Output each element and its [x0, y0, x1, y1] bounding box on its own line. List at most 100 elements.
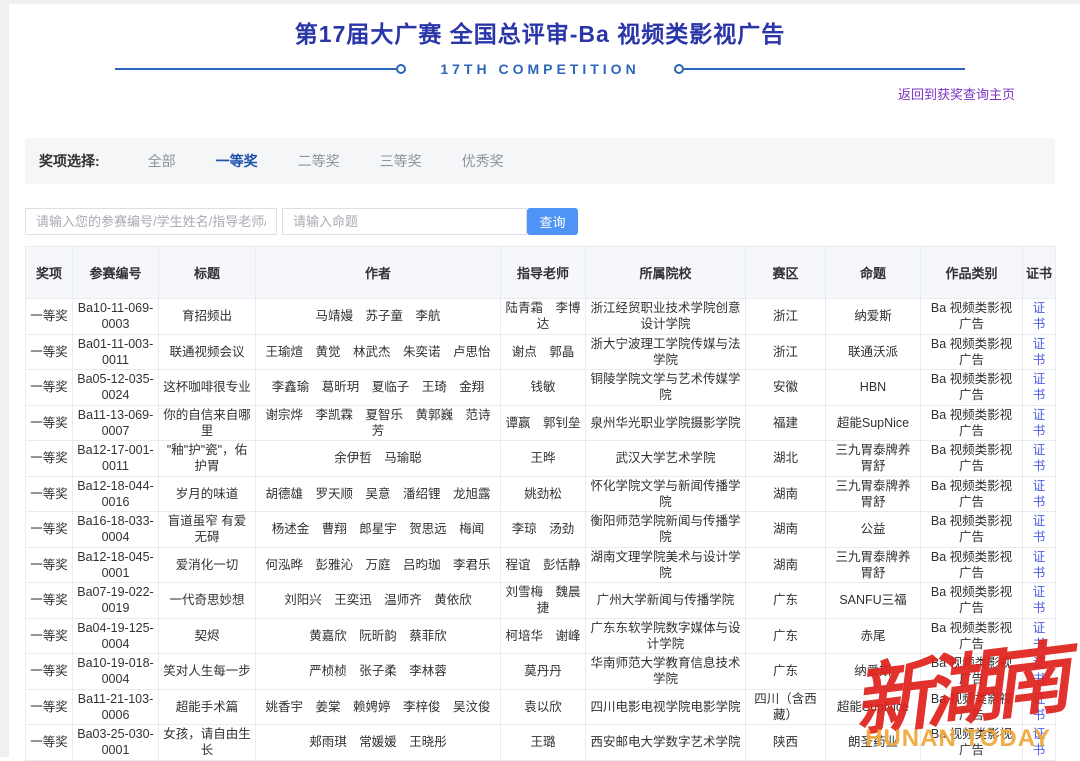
- filter-tab-2[interactable]: 二等奖: [298, 153, 340, 169]
- circle-icon-left: [396, 64, 406, 74]
- cell-category: Ba 视频类影视广告: [921, 725, 1023, 761]
- cell-teachers: 李琼 汤劲: [501, 512, 586, 548]
- cell-id: Ba12-17-001-0011: [73, 441, 159, 477]
- cell-region: 湖南: [746, 547, 826, 583]
- certificate-link[interactable]: 证书: [1033, 656, 1046, 686]
- cell-brief: 朗圣药业: [826, 725, 921, 761]
- cell-authors: 严桢桢 张子柔 李林蓉: [256, 654, 501, 690]
- cell-school: 怀化学院文学与新闻传播学院: [586, 476, 746, 512]
- cell-award: 一等奖: [26, 299, 73, 335]
- cell-certificate: 证书: [1023, 476, 1056, 512]
- page-header: 第17届大广赛 全国总评审-Ba 视频类影视广告 17TH COMPETITIO…: [0, 0, 1080, 104]
- cell-title: 盲道虽窄 有爱无碍: [159, 512, 256, 548]
- cell-title: 这杯咖啡很专业: [159, 370, 256, 406]
- certificate-link[interactable]: 证书: [1033, 337, 1046, 367]
- cell-school: 浙大宁波理工学院传媒与法学院: [586, 334, 746, 370]
- certificate-link[interactable]: 证书: [1033, 514, 1046, 544]
- certificate-link[interactable]: 证书: [1033, 443, 1046, 473]
- cell-brief: 联通沃派: [826, 334, 921, 370]
- award-filter-bar: 奖项选择: 全部一等奖二等奖三等奖优秀奖: [25, 138, 1055, 184]
- column-header: 命题: [826, 247, 921, 299]
- filter-tab-0[interactable]: 全部: [148, 153, 176, 169]
- cell-authors: 黄嘉欣 阮昕韵 蔡菲欣: [256, 618, 501, 654]
- certificate-link[interactable]: 证书: [1033, 301, 1046, 331]
- cell-authors: 何泓晔 彭雅沁 万庭 吕昀珈 李君乐: [256, 547, 501, 583]
- page-edge-left: [0, 0, 9, 757]
- column-header: 标题: [159, 247, 256, 299]
- table-row: 一等奖Ba07-19-022-0019一代奇思妙想刘阳兴 王奕迅 温师齐 黄依欣…: [26, 583, 1056, 619]
- cell-authors: 谢宗烨 李凯霖 夏智乐 黄郭巍 范诗芳: [256, 405, 501, 441]
- circle-icon-right: [674, 64, 684, 74]
- filter-tab-4[interactable]: 优秀奖: [462, 153, 504, 169]
- back-to-query-home-link[interactable]: 返回到获奖查询主页: [898, 87, 1015, 102]
- filter-tab-1[interactable]: 一等奖: [216, 153, 258, 169]
- cell-authors: 余伊哲 马瑜聪: [256, 441, 501, 477]
- cell-authors: 李鑫瑜 葛昕玥 夏临子 王琦 金翔: [256, 370, 501, 406]
- cell-certificate: 证书: [1023, 725, 1056, 761]
- cell-title: 契烬: [159, 618, 256, 654]
- cell-certificate: 证书: [1023, 583, 1056, 619]
- cell-school: 衡阳师范学院新闻与传播学院: [586, 512, 746, 548]
- cell-certificate: 证书: [1023, 334, 1056, 370]
- page-title: 第17届大广赛 全国总评审-Ba 视频类影视广告: [0, 15, 1080, 49]
- cell-brief: 赤尾: [826, 618, 921, 654]
- cell-authors: 胡德雄 罗天顺 吴意 潘绍锂 龙旭露: [256, 476, 501, 512]
- cell-category: Ba 视频类影视广告: [921, 405, 1023, 441]
- table-row: 一等奖Ba05-12-035-0024这杯咖啡很专业李鑫瑜 葛昕玥 夏临子 王琦…: [26, 370, 1056, 406]
- cell-title: 笑对人生每一步: [159, 654, 256, 690]
- cell-id: Ba16-18-033-0004: [73, 512, 159, 548]
- certificate-link[interactable]: 证书: [1033, 692, 1046, 722]
- cell-brief: 三九胃泰牌养胃舒: [826, 441, 921, 477]
- search-input[interactable]: [25, 208, 277, 235]
- cell-school: 铜陵学院文学与艺术传媒学院: [586, 370, 746, 406]
- table-row: 一等奖Ba03-25-030-0001女孩，请自由生长郏雨琪 常媛媛 王晓彤王璐…: [26, 725, 1056, 761]
- cell-region: 湖北: [746, 441, 826, 477]
- cell-title: 你的自信来自哪里: [159, 405, 256, 441]
- table-row: 一等奖Ba01-11-003-0011联通视频会议王瑜煊 黄觉 林武杰 朱奕诺 …: [26, 334, 1056, 370]
- cell-brief: HBN: [826, 370, 921, 406]
- filter-tab-3[interactable]: 三等奖: [380, 153, 422, 169]
- cell-brief: 纳爱斯: [826, 654, 921, 690]
- cell-award: 一等奖: [26, 405, 73, 441]
- column-header: 赛区: [746, 247, 826, 299]
- cell-school: 湖南文理学院美术与设计学院: [586, 547, 746, 583]
- cell-teachers: 袁以欣: [501, 689, 586, 725]
- cell-category: Ba 视频类影视广告: [921, 512, 1023, 548]
- cell-school: 西安邮电大学数字艺术学院: [586, 725, 746, 761]
- column-header: 作者: [256, 247, 501, 299]
- cell-teachers: 王璐: [501, 725, 586, 761]
- cell-region: 湖南: [746, 512, 826, 548]
- certificate-link[interactable]: 证书: [1033, 372, 1046, 402]
- column-header: 所属院校: [586, 247, 746, 299]
- cell-category: Ba 视频类影视广告: [921, 476, 1023, 512]
- cell-award: 一等奖: [26, 476, 73, 512]
- cell-teachers: 钱敏: [501, 370, 586, 406]
- table-header-row: 奖项参赛编号标题作者指导老师所属院校赛区命题作品类别证书: [26, 247, 1056, 299]
- certificate-link[interactable]: 证书: [1033, 550, 1046, 580]
- cell-teachers: 陆青霜 李博达: [501, 299, 586, 335]
- certificate-link[interactable]: 证书: [1033, 727, 1046, 757]
- certificate-link[interactable]: 证书: [1033, 621, 1046, 651]
- query-button[interactable]: 查询: [527, 208, 578, 235]
- cell-region: 陕西: [746, 725, 826, 761]
- divider-line-left: [115, 68, 396, 70]
- cell-certificate: 证书: [1023, 405, 1056, 441]
- cell-school: 广东东软学院数字媒体与设计学院: [586, 618, 746, 654]
- cell-teachers: 莫丹丹: [501, 654, 586, 690]
- cell-category: Ba 视频类影视广告: [921, 689, 1023, 725]
- cell-award: 一等奖: [26, 441, 73, 477]
- cell-id: Ba04-19-125-0004: [73, 618, 159, 654]
- certificate-link[interactable]: 证书: [1033, 408, 1046, 438]
- table-row: 一等奖Ba16-18-033-0004盲道虽窄 有爱无碍杨述金 曹翔 郎星宇 贺…: [26, 512, 1056, 548]
- cell-award: 一等奖: [26, 618, 73, 654]
- cell-region: 四川（含西藏）: [746, 689, 826, 725]
- table-row: 一等奖Ba10-19-018-0004笑对人生每一步严桢桢 张子柔 李林蓉莫丹丹…: [26, 654, 1056, 690]
- cell-authors: 杨述金 曹翔 郎星宇 贺思远 梅闻: [256, 512, 501, 548]
- certificate-link[interactable]: 证书: [1033, 479, 1046, 509]
- cell-teachers: 谭赢 郭钊垒: [501, 405, 586, 441]
- brief-input[interactable]: [282, 208, 527, 235]
- cell-award: 一等奖: [26, 725, 73, 761]
- table-row: 一等奖Ba12-17-001-0011"釉"护"瓷"，佑护胃余伊哲 马瑜聪王晔武…: [26, 441, 1056, 477]
- certificate-link[interactable]: 证书: [1033, 585, 1046, 615]
- cell-category: Ba 视频类影视广告: [921, 547, 1023, 583]
